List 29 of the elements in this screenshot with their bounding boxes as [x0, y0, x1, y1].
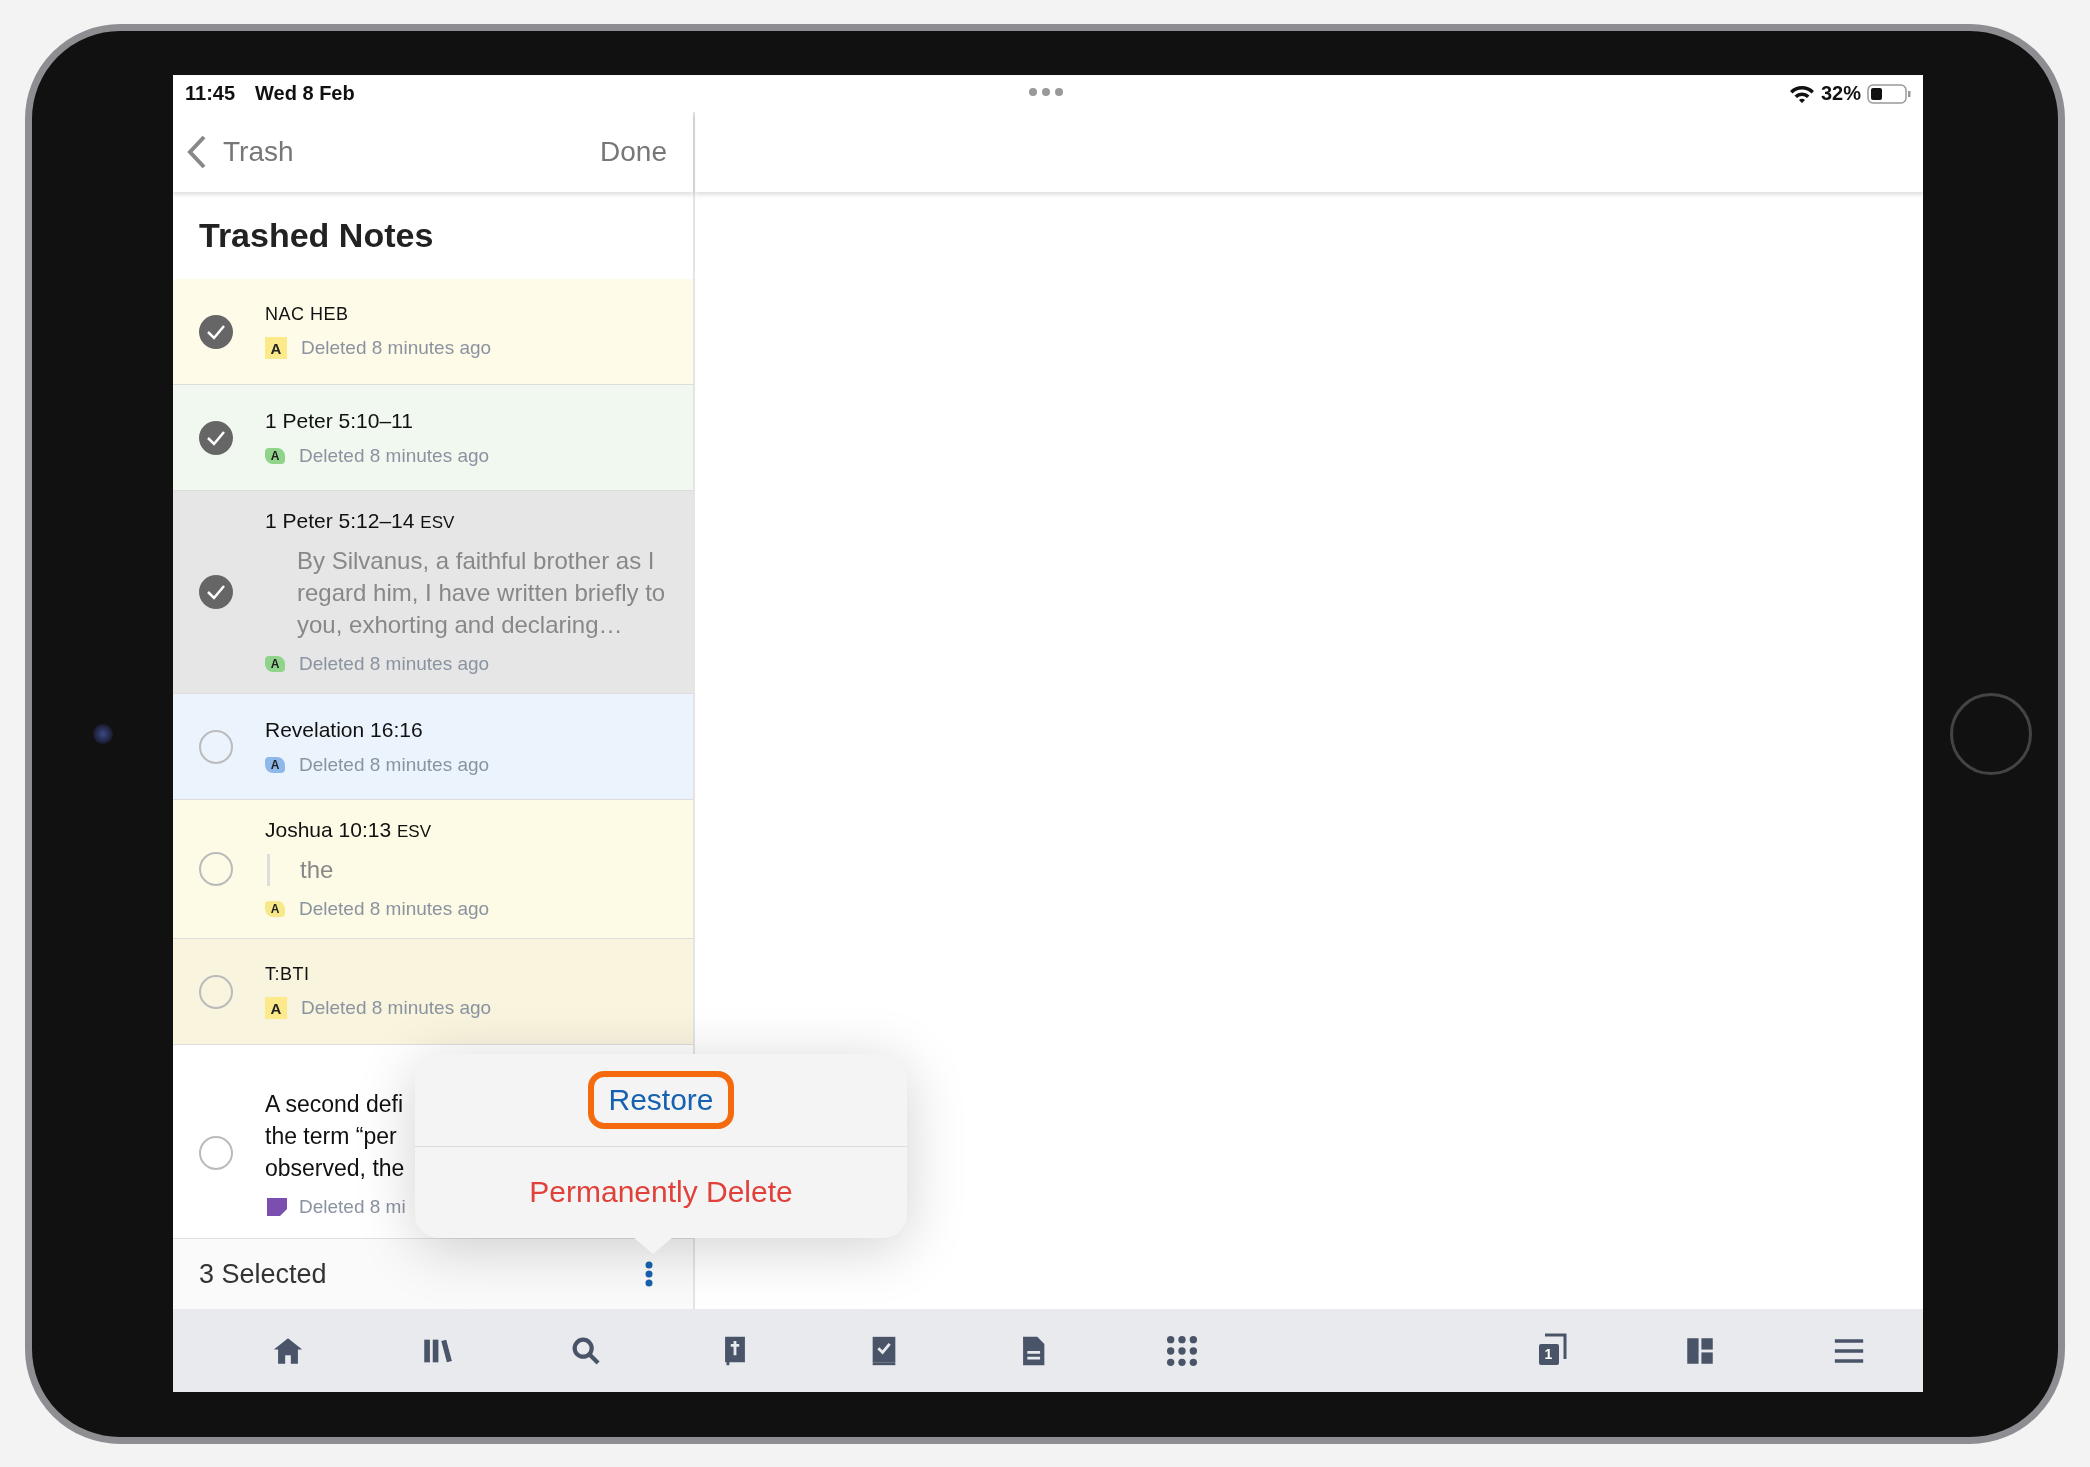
highlight-label: A: [265, 656, 285, 672]
annotation-label: A: [265, 997, 287, 1019]
note-text: A second defi: [265, 1089, 404, 1119]
status-date: Wed 8 Feb: [255, 82, 355, 105]
note-title: 1 Peter 5:12–14 ESV: [265, 509, 456, 533]
highlight-label: A: [265, 447, 285, 464]
deleted-time: Deleted 8 minutes ago: [299, 444, 490, 467]
note-snippet: the: [267, 854, 669, 886]
note-text: observed, the: [265, 1153, 405, 1183]
deleted-time: Deleted 8 minutes ago: [299, 753, 490, 776]
note-title: NAC HEB: [265, 304, 350, 325]
deleted-time: Deleted 8 mi: [299, 1195, 406, 1218]
deleted-time: Deleted 8 minutes ago: [301, 997, 492, 1019]
status-time: 11:45: [185, 82, 236, 105]
note-snippet: By Silvanus, a faithful brother as I regard him, I have written briefly to you, exhorting and declaring…: [296, 546, 667, 640]
battery-percent: 32%: [1820, 82, 1861, 105]
note-title: Revelation 16:16: [265, 717, 424, 742]
deleted-time: Deleted 8 minutes ago: [301, 337, 492, 359]
note-text: the term “per: [265, 1121, 397, 1151]
note-title: Joshua 10:13 ESV: [265, 818, 432, 842]
highlight-label: A: [265, 756, 285, 773]
selected-count: 3 Selected: [199, 1258, 327, 1290]
list-title: Trashed Notes: [198, 215, 435, 256]
note-title: T:BTI: [265, 964, 311, 985]
deleted-time: Deleted 8 minutes ago: [299, 653, 490, 675]
deleted-time: Deleted 8 minutes ago: [299, 898, 490, 920]
annotation-label: A: [265, 337, 287, 359]
highlight-label: A: [265, 901, 285, 917]
note-title: 1 Peter 5:10–11: [265, 408, 414, 433]
